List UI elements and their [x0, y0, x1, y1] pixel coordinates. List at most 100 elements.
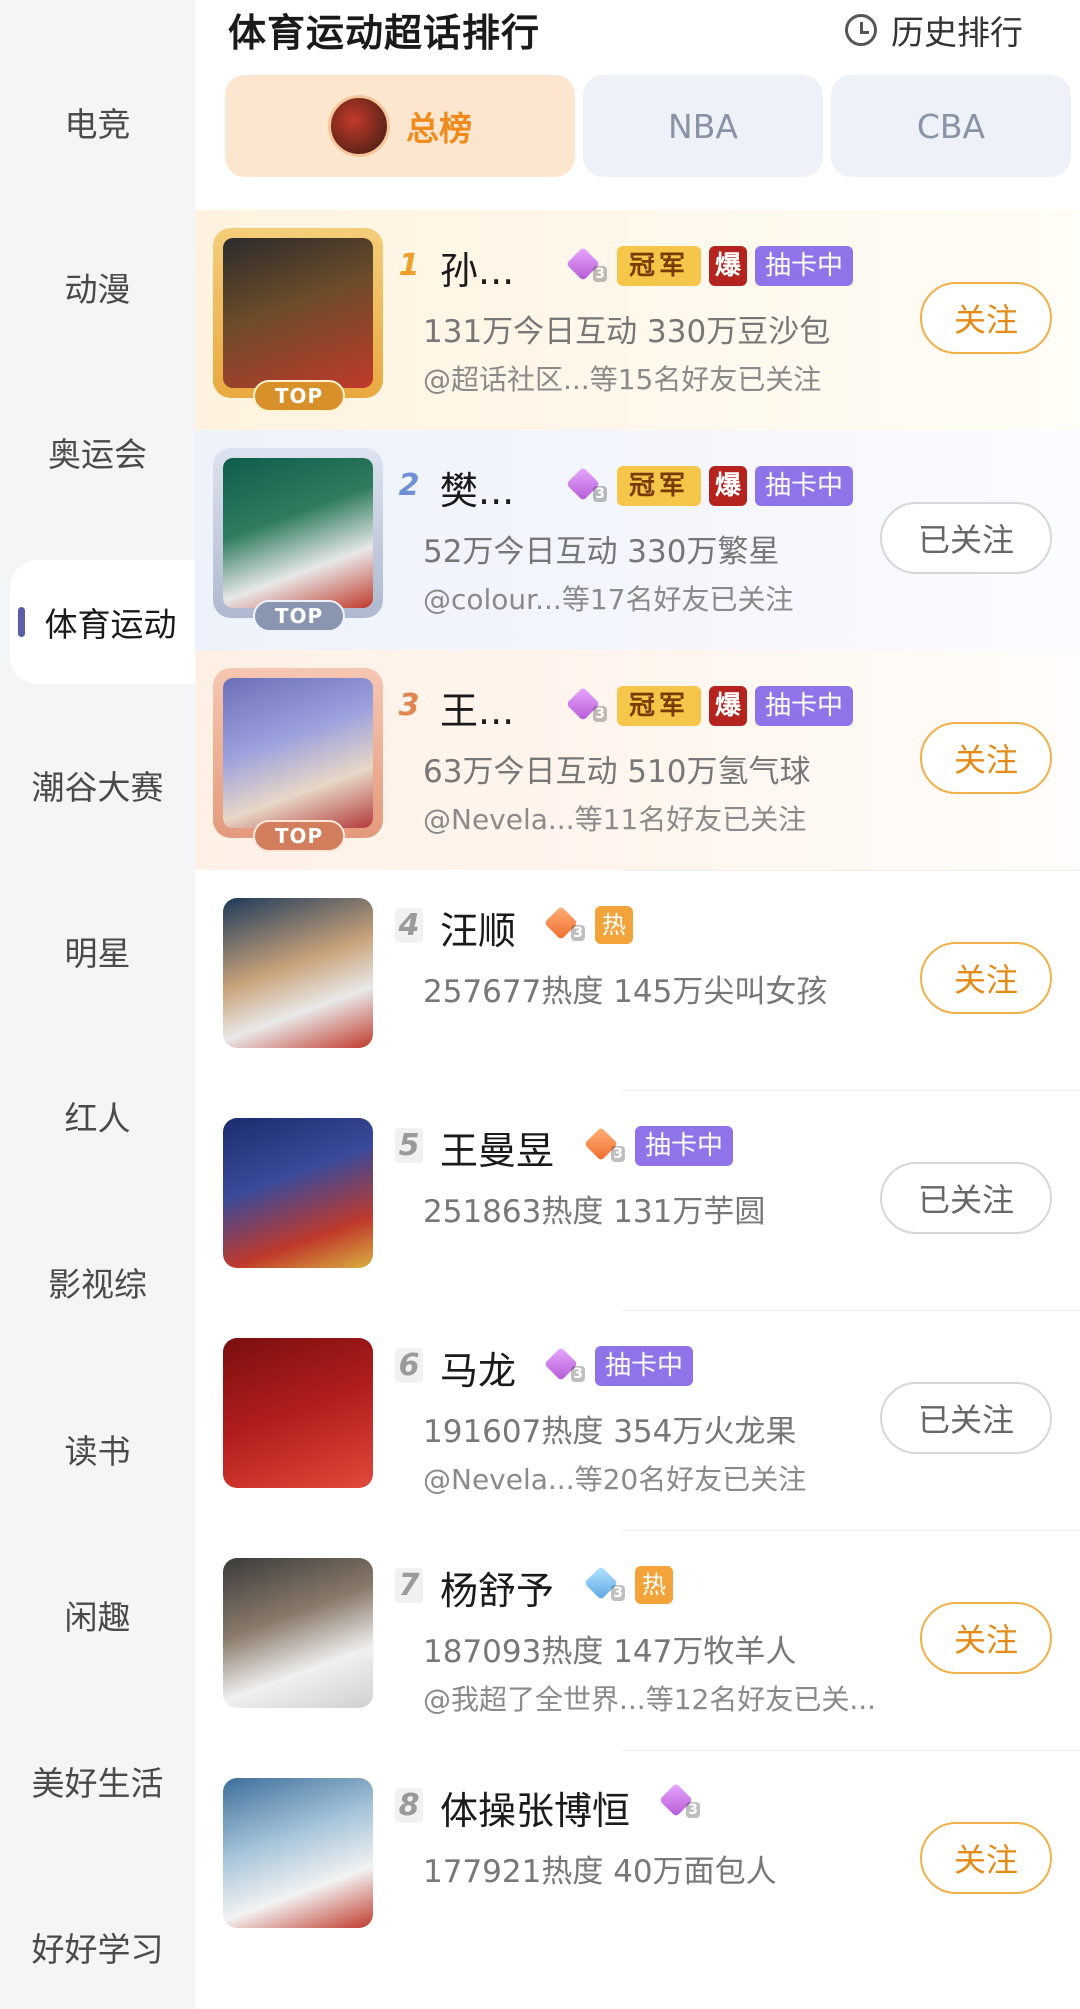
- topic-stats: 177921热度 40万面包人: [423, 1854, 777, 1890]
- ranking-row[interactable]: TOP 1 孙... 3 冠军 爆 抽卡中 131万今日互动 330万豆沙包 @…: [195, 210, 1080, 430]
- draw-card-badge: 抽卡中: [635, 1126, 734, 1166]
- follow-button[interactable]: 关注: [920, 1822, 1052, 1894]
- friends-following: @我超了全世界...等12名好友已关...: [423, 1683, 877, 1716]
- sidebar-item-label: 体育运动: [44, 605, 177, 644]
- badge-group: 3 抽卡中: [545, 1346, 694, 1386]
- follow-button[interactable]: 关注: [920, 722, 1052, 794]
- tab-label: CBA: [916, 106, 986, 146]
- avatar[interactable]: TOP: [213, 448, 383, 632]
- sidebar-item-leisure[interactable]: 闲趣: [0, 1555, 195, 1675]
- badge-group: 3 热: [545, 906, 633, 944]
- rank-number: 1: [398, 248, 420, 283]
- topic-name[interactable]: 王...: [440, 680, 514, 735]
- ranking-row[interactable]: 5 王曼昱 3 抽卡中 251863热度 131万芋圆 已关注: [195, 1090, 1080, 1310]
- topic-stats: 251863热度 131万芋圆: [423, 1194, 766, 1230]
- diamond-level-icon: 3: [567, 690, 607, 722]
- history-ranking-button[interactable]: 历史排行: [845, 6, 1023, 54]
- avatar[interactable]: [223, 1778, 373, 1928]
- avatar[interactable]: [223, 1118, 373, 1268]
- sidebar-item-study[interactable]: 好好学习: [0, 1887, 195, 2007]
- history-label: 历史排行: [891, 13, 1023, 52]
- draw-card-badge: 抽卡中: [755, 466, 854, 506]
- rank-number: 6: [395, 1348, 423, 1383]
- row-divider: [623, 1090, 1080, 1091]
- hot-badge: 热: [595, 906, 633, 944]
- avatar[interactable]: [223, 1338, 373, 1488]
- sidebar-item-label: 明星: [64, 934, 131, 973]
- sidebar-item-esports[interactable]: 电竞: [0, 62, 195, 182]
- champion-badge: 冠军: [617, 686, 702, 726]
- sidebar-item-label: 读书: [64, 1432, 131, 1471]
- badge-group: 3 热: [585, 1566, 673, 1604]
- sidebar-item-influencers[interactable]: 红人: [0, 1056, 195, 1176]
- rank-number: 3: [398, 688, 420, 723]
- topic-name[interactable]: 王曼昱: [440, 1120, 554, 1175]
- row-divider: [623, 1530, 1080, 1531]
- sidebar-item-stars[interactable]: 明星: [0, 891, 195, 1011]
- ranking-row[interactable]: TOP 3 王... 3 冠军 爆 抽卡中 63万今日互动 510万氢气球 @N…: [195, 650, 1080, 870]
- row-divider: [623, 870, 1080, 871]
- topic-stats: 191607热度 354万火龙果: [423, 1414, 797, 1450]
- boom-badge: 爆: [709, 686, 748, 726]
- avatar[interactable]: TOP: [213, 228, 383, 412]
- clock-icon: [845, 14, 877, 46]
- follow-button[interactable]: 关注: [920, 1602, 1052, 1674]
- avatar[interactable]: [223, 898, 373, 1048]
- sidebar-item-label: 美好生活: [31, 1764, 164, 1803]
- diamond-level-icon: 3: [545, 909, 585, 941]
- diamond-level-icon: 3: [585, 1569, 625, 1601]
- topic-name[interactable]: 杨舒予: [440, 1560, 554, 1615]
- sidebar-item-anime[interactable]: 动漫: [0, 227, 195, 347]
- topic-stats: 63万今日互动 510万氢气球: [423, 754, 811, 790]
- follow-button[interactable]: 关注: [920, 282, 1052, 354]
- followed-button[interactable]: 已关注: [880, 1162, 1052, 1234]
- topic-name[interactable]: 汪顺: [440, 900, 516, 955]
- page-title: 体育运动超话排行: [228, 11, 541, 55]
- rank-number: 2: [398, 468, 420, 503]
- draw-card-badge: 抽卡中: [755, 686, 854, 726]
- sidebar-item-label: 影视综: [48, 1265, 147, 1304]
- followed-button[interactable]: 已关注: [880, 1382, 1052, 1454]
- tab-nba[interactable]: NBA: [583, 75, 823, 177]
- avatar[interactable]: TOP: [213, 668, 383, 852]
- sidebar-item-reading[interactable]: 读书: [0, 1389, 195, 1509]
- sidebar-item-label: 奥运会: [48, 435, 147, 474]
- followed-button[interactable]: 已关注: [880, 502, 1052, 574]
- boom-badge: 爆: [709, 246, 748, 286]
- tab-overall[interactable]: 总榜: [225, 75, 575, 177]
- avatar[interactable]: [223, 1558, 373, 1708]
- diamond-level-icon: 3: [660, 1786, 700, 1818]
- ranking-row[interactable]: 8 体操张博恒 3 177921热度 40万面包人 关注: [195, 1750, 1080, 1970]
- topic-stats: 187093热度 147万牧羊人: [423, 1634, 797, 1670]
- ranking-row[interactable]: 6 马龙 3 抽卡中 191607热度 354万火龙果 @Nevela...等2…: [195, 1310, 1080, 1530]
- sidebar-item-label: 好好学习: [31, 1930, 164, 1969]
- sidebar-item-label: 电竞: [64, 105, 131, 144]
- sidebar-item-olympics[interactable]: 奥运会: [0, 392, 195, 512]
- friends-following: @colour...等17名好友已关注: [423, 583, 794, 616]
- sidebar-item-good-life[interactable]: 美好生活: [0, 1721, 195, 1841]
- sidebar-item-film-tv[interactable]: 影视综: [0, 1222, 195, 1342]
- avatar-image: [223, 678, 373, 828]
- badge-group: 3 冠军 爆 抽卡中: [567, 246, 854, 286]
- sidebar-item-sports[interactable]: 体育运动: [10, 560, 195, 684]
- diamond-level-icon: 3: [567, 250, 607, 282]
- rank-number: 4: [395, 908, 423, 943]
- boom-badge: 爆: [709, 466, 748, 506]
- tab-cba[interactable]: CBA: [831, 75, 1071, 177]
- topic-name[interactable]: 孙...: [440, 240, 514, 295]
- sidebar-item-label: 动漫: [64, 270, 131, 309]
- ranking-row[interactable]: 4 汪顺 3 热 257677热度 145万尖叫女孩 关注: [195, 870, 1080, 1090]
- badge-group: 3 冠军 爆 抽卡中: [567, 466, 854, 506]
- badge-group: 3: [660, 1786, 710, 1818]
- badge-group: 3 冠军 爆 抽卡中: [567, 686, 854, 726]
- top-badge: TOP: [253, 380, 345, 412]
- topic-name[interactable]: 马龙: [440, 1340, 516, 1395]
- top-badge: TOP: [253, 600, 345, 632]
- follow-button[interactable]: 关注: [920, 942, 1052, 1014]
- topic-name[interactable]: 樊...: [440, 460, 514, 515]
- topic-name[interactable]: 体操张博恒: [440, 1780, 630, 1835]
- ranking-row[interactable]: 7 杨舒予 3 热 187093热度 147万牧羊人 @我超了全世界...等12…: [195, 1530, 1080, 1750]
- friends-following: @超话社区...等15名好友已关注: [423, 363, 822, 396]
- sidebar-item-trend-contest[interactable]: 潮谷大赛: [0, 725, 195, 845]
- ranking-row[interactable]: TOP 2 樊... 3 冠军 爆 抽卡中 52万今日互动 330万繁星 @co…: [195, 430, 1080, 650]
